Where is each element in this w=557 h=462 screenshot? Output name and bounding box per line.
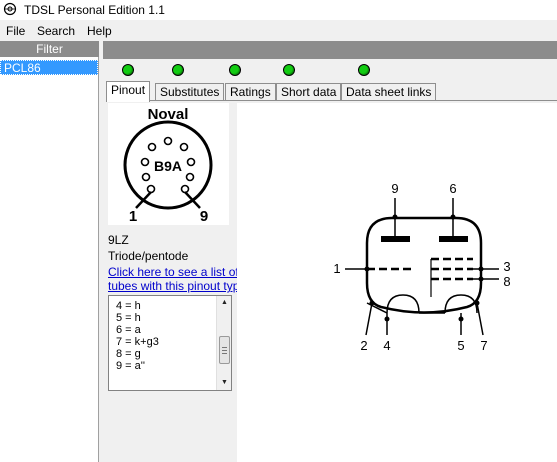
tab-short-data[interactable]: Short data — [276, 83, 342, 101]
indicator-row — [103, 60, 557, 80]
scroll-down-arrow-icon[interactable]: ▼ — [217, 376, 232, 390]
menu-help[interactable]: Help — [87, 24, 112, 38]
status-indicator-short-data — [283, 64, 295, 76]
pin-list[interactable]: 4 = h 5 = h 6 = a 7 = k+g3 8 = g 9 = a''… — [108, 295, 232, 391]
socket-pin-right: 9 — [200, 208, 208, 225]
pin-label-5: 5 — [457, 338, 464, 353]
app-icon[interactable] — [3, 2, 17, 16]
pin-entry: 8 = g — [116, 348, 141, 360]
tab-substitutes[interactable]: Substitutes — [155, 83, 225, 101]
pinout-panel: Noval B9A 1 9 9LZ Triode/pentode Click h… — [106, 101, 557, 462]
status-indicator-substitutes — [172, 64, 184, 76]
menu-search[interactable]: Search — [37, 24, 75, 38]
pin-entry: 6 = a — [116, 324, 141, 336]
envelope — [365, 216, 483, 314]
pinout-list-link-line2[interactable]: tubes with this pinout type — [108, 279, 246, 293]
search-bar[interactable] — [103, 41, 557, 59]
pin-label-3: 3 — [503, 259, 510, 274]
pin-entry: 9 = a'' — [116, 360, 145, 372]
tab-pinout[interactable]: Pinout — [106, 81, 151, 102]
socket-pin-left: 1 — [129, 208, 137, 225]
pinout-list-link-line1[interactable]: Click here to see a list of — [108, 265, 246, 279]
socket-code: B9A — [154, 158, 182, 174]
anode-triode — [381, 236, 410, 242]
window-title: TDSL Personal Edition 1.1 — [24, 3, 165, 17]
status-indicator-datasheet-links — [358, 64, 370, 76]
tube-type: Triode/pentode — [108, 249, 189, 263]
pin-label-6: 6 — [449, 181, 456, 196]
pin-label-9: 9 — [391, 181, 398, 196]
status-indicator-ratings — [229, 64, 241, 76]
tube-list[interactable]: PCL86 — [0, 60, 98, 75]
status-indicator-pinout — [122, 64, 134, 76]
tube-list-item-pcl86[interactable]: PCL86 — [0, 60, 98, 75]
tube-list-panel: Filter PCL86 — [0, 41, 99, 462]
tube-schematic: 9 6 1 3 8 2 4 5 7 — [333, 181, 510, 353]
pin-label-7: 7 — [480, 338, 487, 353]
tab-data-sheet-links[interactable]: Data sheet links — [341, 83, 437, 101]
schematic-area: 9 6 1 3 8 2 4 5 7 — [237, 103, 557, 462]
pinout-list-link[interactable]: Click here to see a list of tubes with t… — [108, 265, 246, 293]
scroll-up-arrow-icon[interactable]: ▲ — [217, 296, 232, 310]
anode-pentode — [439, 236, 468, 242]
pin-entry: 7 = k+g3 — [116, 336, 159, 348]
pin-label-1: 1 — [333, 261, 340, 276]
pinout-code: 9LZ — [108, 233, 129, 247]
pin-label-8: 8 — [503, 274, 510, 289]
menu-file[interactable]: File — [6, 24, 25, 38]
socket-name: Noval — [148, 106, 189, 123]
pin-label-4: 4 — [383, 338, 390, 353]
menu-bar: File Search Help — [0, 21, 557, 41]
pin-list-scrollbar[interactable]: ▲ ▼ — [216, 296, 231, 390]
title-bar: TDSL Personal Edition 1.1 — [0, 0, 557, 20]
tab-ratings[interactable]: Ratings — [225, 83, 276, 101]
tab-strip: Pinout Substitutes Ratings Short data Da… — [106, 81, 557, 102]
filter-button[interactable]: Filter — [0, 41, 99, 57]
scroll-thumb[interactable] — [219, 336, 230, 364]
socket-diagram: Noval B9A 1 9 — [108, 103, 229, 225]
pin-entry: 5 = h — [116, 312, 141, 324]
pin-label-2: 2 — [360, 338, 367, 353]
pin-entry: 4 = h — [116, 300, 141, 312]
